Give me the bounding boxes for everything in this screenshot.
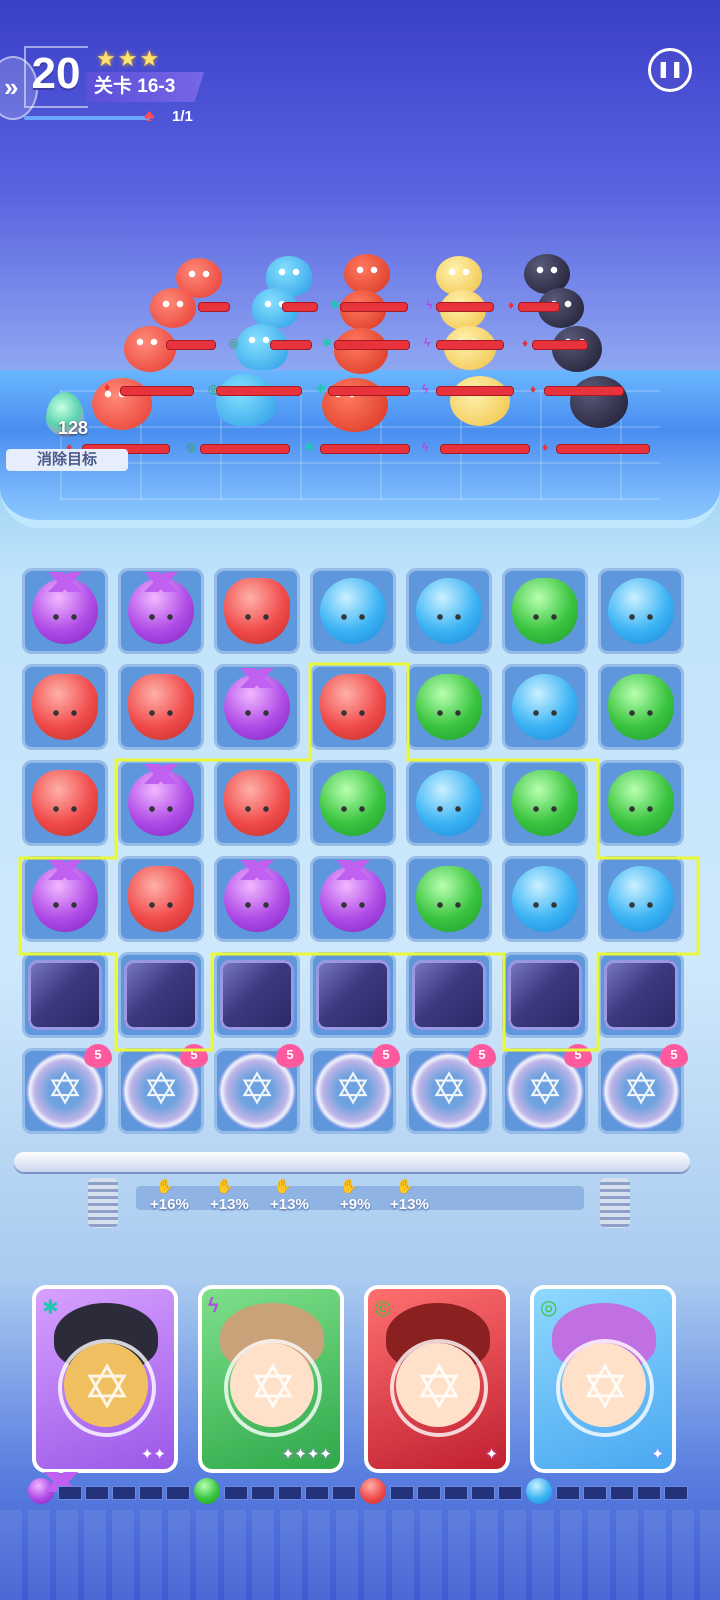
bonus-value: +13%: [390, 1196, 429, 1213]
hero-card-4[interactable]: ✡ ◎ ✦: [530, 1285, 676, 1473]
highlight-path: [18, 662, 700, 1052]
combo-hand-icon: ✋: [396, 1178, 414, 1194]
combo-hand-icon: ✋: [274, 1178, 292, 1194]
hero-stars: ✦✦✦✦: [281, 1446, 332, 1463]
hero-energy-bar-2: [224, 1486, 359, 1500]
ice-element-icon: ✱: [42, 1297, 59, 1319]
combo-hand-icon: ✋: [340, 1178, 358, 1194]
bonus-value: +16%: [150, 1196, 189, 1213]
hero-skill-ring-icon: ✡: [58, 1339, 156, 1437]
hero-stars: ✦✦: [140, 1446, 166, 1463]
equalizer-decoration: [0, 1510, 720, 1600]
hero-stars: ✦: [485, 1446, 498, 1463]
combo-hand-icon: ✋: [216, 1178, 234, 1194]
hero-skill-ring-icon: ✡: [556, 1339, 654, 1437]
wind-element-icon: ◎: [540, 1297, 558, 1319]
hero-skill-ring-icon: ✡: [224, 1339, 322, 1437]
hero-energy-bar-1: [58, 1486, 193, 1500]
match-highlight-outline: [18, 662, 700, 1052]
board-shelf: [14, 1152, 690, 1172]
hero-card-3[interactable]: ✡ ◎ ✦: [364, 1285, 510, 1473]
purple-token-icon: [28, 1472, 88, 1504]
hero-card-2[interactable]: ✡ ϟ ✦✦✦✦: [198, 1285, 344, 1473]
green-token-icon: [194, 1478, 220, 1504]
red-token-icon: [360, 1478, 386, 1504]
hero-stars: ✦: [651, 1446, 664, 1463]
bonus-value: +13%: [270, 1196, 309, 1213]
wind-element-icon: ◎: [374, 1297, 392, 1319]
bonus-value: +9%: [340, 1196, 371, 1213]
left-spring: [88, 1178, 118, 1228]
blue-token-icon: [526, 1478, 552, 1504]
hero-card-1[interactable]: ✡ ✱ ✦✦: [32, 1285, 178, 1473]
thunder-element-icon: ϟ: [208, 1295, 219, 1317]
right-spring: [600, 1178, 630, 1228]
bonus-value: +13%: [210, 1196, 249, 1213]
hero-energy-bar-3: [390, 1486, 525, 1500]
hero-skill-ring-icon: ✡: [390, 1339, 488, 1437]
combo-hand-icon: ✋: [156, 1178, 174, 1194]
hero-energy-bar-4: [556, 1486, 691, 1500]
